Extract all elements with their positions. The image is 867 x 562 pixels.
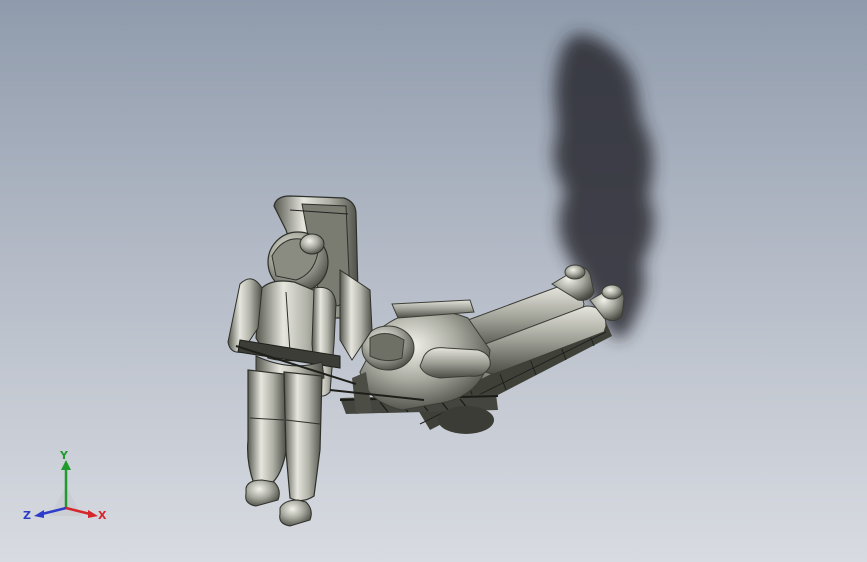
graphics-viewport[interactable]: Y X Z xyxy=(0,0,867,562)
x-axis-label: X xyxy=(98,509,107,522)
z-axis-label: Z xyxy=(23,509,31,522)
orientation-triad[interactable]: Y X Z xyxy=(20,448,110,528)
3d-model-view[interactable] xyxy=(0,0,867,562)
x-axis-arrow xyxy=(88,510,98,518)
y-axis-label: Y xyxy=(59,449,69,462)
z-axis-arrow xyxy=(34,510,44,518)
